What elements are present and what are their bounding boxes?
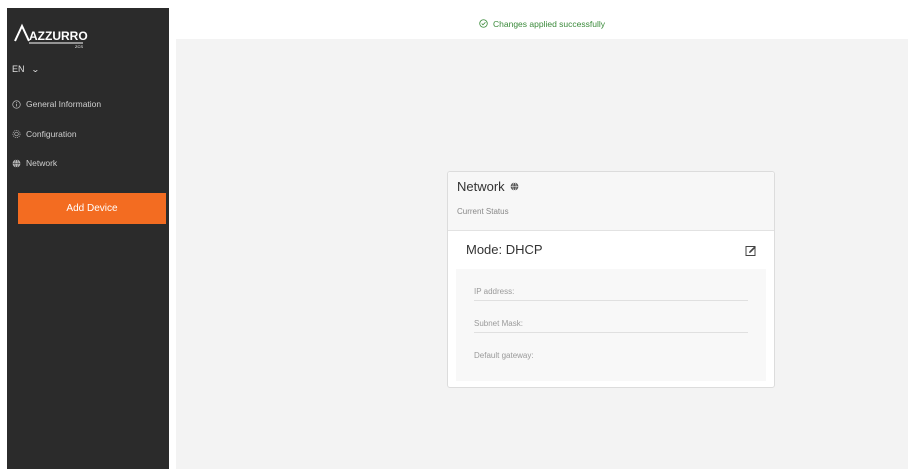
card-title-text: Network (457, 179, 505, 194)
language-label: EN (12, 64, 25, 74)
logo-graphic: AZZURRO ZCS (14, 23, 88, 49)
azzurro-logo[interactable]: AZZURRO ZCS (13, 21, 103, 49)
check-circle-icon (479, 19, 488, 28)
mode-title: Mode: DHCP (466, 242, 543, 257)
sidebar-item-label: General Information (26, 99, 102, 109)
card-header: Network Current Status (448, 172, 774, 231)
ip-address-field: IP address: (474, 269, 748, 301)
language-selector[interactable]: EN ⌄ (12, 64, 40, 74)
gear-icon (12, 130, 21, 139)
banner-message: Changes applied successfully (493, 18, 605, 29)
info-icon (12, 99, 21, 109)
card-title: Network (457, 179, 519, 194)
network-card: Network Current Status Mode: DHCP IP add… (447, 171, 775, 388)
logo-sub: ZCS (75, 44, 83, 49)
logo-text: AZZURRO (29, 29, 88, 43)
sidebar-item-network[interactable]: Network (12, 158, 57, 168)
field-label: Subnet Mask: (474, 319, 523, 328)
main-content: Changes applied successfully Network Cur… (176, 8, 908, 469)
sidebar-item-configuration[interactable]: Configuration (12, 129, 77, 139)
sidebar-item-label: Network (26, 158, 58, 168)
field-label: IP address: (474, 287, 515, 296)
sidebar-item-general-information[interactable]: General Information (12, 99, 101, 109)
globe-icon (510, 182, 519, 191)
chevron-down-icon: ⌄ (30, 64, 40, 74)
success-banner: Changes applied successfully (176, 8, 908, 39)
sidebar: AZZURRO ZCS EN ⌄ General Information Con… (7, 8, 169, 469)
add-device-button[interactable]: Add Device (18, 193, 166, 224)
edit-icon[interactable] (745, 244, 757, 256)
default-gateway-field: Default gateway: (474, 333, 748, 365)
network-details: IP address: Subnet Mask: Default gateway… (456, 269, 766, 381)
globe-icon (12, 158, 21, 168)
field-label: Default gateway: (474, 351, 534, 360)
sidebar-item-label: Configuration (26, 129, 77, 139)
card-subtitle: Current Status (457, 207, 509, 216)
subnet-mask-field: Subnet Mask: (474, 301, 748, 333)
